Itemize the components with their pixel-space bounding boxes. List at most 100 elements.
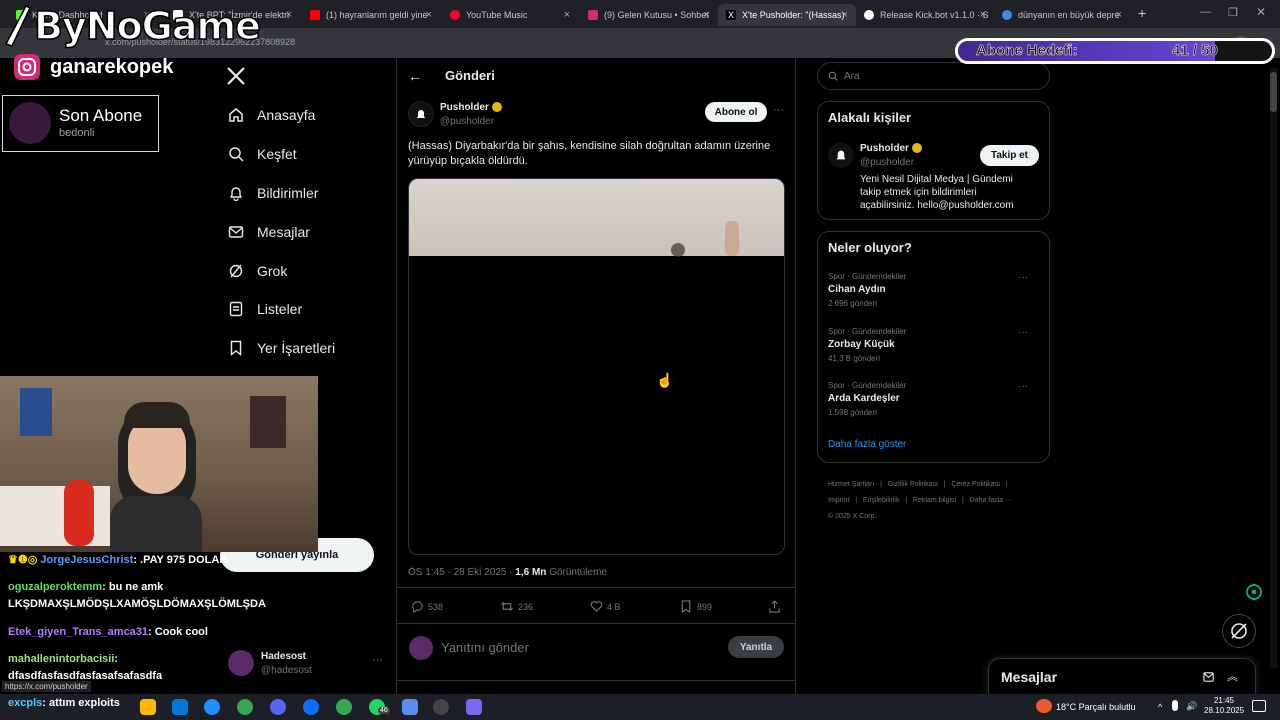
shirt bbox=[110, 496, 202, 552]
close-icon[interactable]: × bbox=[426, 9, 432, 21]
tab-favicon-icon bbox=[588, 10, 598, 20]
minimize-button[interactable]: — bbox=[1200, 6, 1211, 18]
x-logo-icon: X bbox=[726, 10, 736, 20]
nav-item-notifications[interactable]: Bildirimler bbox=[228, 185, 318, 201]
whatsapp-icon[interactable]: 46 bbox=[369, 699, 390, 715]
more-icon[interactable]: ··· bbox=[372, 654, 383, 666]
back-arrow-icon[interactable]: ← bbox=[408, 68, 422, 84]
show-more-link[interactable]: Daha fazla göster bbox=[828, 439, 906, 450]
stream-logo: ByNoGame bbox=[0, 2, 262, 50]
microphone-icon[interactable] bbox=[1172, 700, 1178, 711]
browser-tab[interactable]: Release Kick.bot v1.1.0 · S × bbox=[856, 4, 994, 26]
google-icon bbox=[1002, 10, 1012, 20]
nav-item-lists[interactable]: Listeler bbox=[228, 301, 302, 317]
author-handle: @pusholder bbox=[440, 116, 495, 127]
related-handle: @pusholder bbox=[860, 157, 915, 168]
extension-icon[interactable] bbox=[1244, 582, 1264, 602]
more-icon[interactable]: ··· bbox=[773, 104, 784, 116]
chat-message: mahallenintorbacisii: bbox=[8, 653, 119, 665]
author-avatar[interactable] bbox=[408, 101, 434, 127]
bell-icon bbox=[228, 185, 244, 201]
trend-item[interactable]: Spor · Gündemdekiler Arda Kardeşler 1.59… bbox=[828, 381, 1040, 417]
close-icon[interactable]: × bbox=[564, 9, 570, 21]
related-name[interactable]: Pusholder bbox=[860, 143, 922, 154]
nav-item-messages[interactable]: Mesajlar bbox=[228, 224, 310, 240]
messages-drawer[interactable]: Mesajlar ︽ bbox=[988, 658, 1256, 698]
chrome-icon[interactable] bbox=[336, 699, 352, 715]
avatar bbox=[409, 636, 433, 660]
nav-item-grok[interactable]: Grok bbox=[228, 263, 287, 279]
nav-item-bookmarks[interactable]: Yer İşaretleri bbox=[228, 340, 335, 356]
page-title: Gönderi bbox=[445, 68, 495, 83]
tab-favicon-icon bbox=[450, 10, 460, 20]
reply-input[interactable]: Yanıtını gönder bbox=[441, 640, 529, 655]
app-icon[interactable] bbox=[402, 699, 418, 715]
close-icon[interactable]: × bbox=[704, 9, 710, 21]
notifications-icon[interactable] bbox=[1252, 700, 1266, 712]
obs-icon[interactable] bbox=[433, 699, 449, 715]
home-icon bbox=[228, 107, 244, 123]
webcam-feed bbox=[0, 376, 318, 552]
hair bbox=[124, 402, 190, 428]
last-subscriber-widget: Son Abone bedonli bbox=[2, 95, 159, 152]
author-name[interactable]: Pusholder bbox=[440, 102, 502, 113]
clock[interactable]: 21:45 28.10.2025 bbox=[1204, 696, 1244, 716]
close-icon[interactable]: × bbox=[842, 9, 848, 21]
close-icon[interactable]: × bbox=[1116, 9, 1122, 21]
app-icon[interactable] bbox=[466, 699, 482, 715]
trend-item[interactable]: Spor · Gündemdekiler Zorbay Küçük 41,3 B… bbox=[828, 327, 1040, 363]
trend-item[interactable]: Spor · Gündemdekiler Cihan Aydın 2.696 g… bbox=[828, 272, 1040, 308]
browser-tab[interactable]: YouTube Music × bbox=[442, 4, 578, 26]
search-icon bbox=[828, 71, 838, 81]
window-close-button[interactable]: ✕ bbox=[1256, 5, 1266, 19]
repost-action[interactable]: 236 bbox=[500, 600, 533, 613]
related-avatar[interactable] bbox=[828, 142, 854, 168]
browser-tab[interactable]: dünyanın en büyük depre × bbox=[994, 4, 1130, 26]
x-logo-icon[interactable] bbox=[226, 66, 246, 86]
grok-float-button[interactable] bbox=[1222, 614, 1256, 648]
reply-action[interactable]: 538 bbox=[411, 600, 443, 613]
chat-message: Etek_giyen_Trans_amca31: Cook cool bbox=[8, 626, 208, 638]
volume-icon[interactable]: 🔊 bbox=[1186, 701, 1197, 712]
follow-button[interactable]: Takip et bbox=[980, 145, 1039, 166]
maximize-button[interactable]: ❐ bbox=[1228, 6, 1238, 19]
weather-icon[interactable] bbox=[1036, 699, 1052, 713]
bookmark-action[interactable]: 899 bbox=[680, 600, 712, 613]
reply-button[interactable]: Yanıtla bbox=[728, 636, 784, 658]
chat-message: oguzalperoktemm: bu ne amk bbox=[8, 581, 164, 593]
nav-item-home[interactable]: Anasayfa bbox=[228, 107, 315, 123]
more-icon[interactable]: ··· bbox=[1018, 381, 1028, 392]
share-icon[interactable] bbox=[768, 600, 781, 613]
repost-icon bbox=[500, 600, 514, 613]
new-message-icon[interactable] bbox=[1203, 670, 1216, 683]
post-meta: ÖS 1:45 · 28 Eki 2025 · 1,6 Mn Görüntüle… bbox=[408, 567, 607, 578]
chat-message: excpls: attım exploits bbox=[8, 697, 120, 709]
video-frame bbox=[409, 179, 784, 257]
tab-favicon-icon bbox=[310, 10, 320, 20]
search-input[interactable]: Ara bbox=[817, 62, 1050, 90]
browser-tab[interactable]: (9) Gelen Kutusu • Sohbet × bbox=[580, 4, 718, 26]
more-icon[interactable]: ··· bbox=[1018, 327, 1028, 338]
red-bottle bbox=[64, 480, 94, 546]
browser-tab[interactable]: (1) hayranlarım geldi yine × bbox=[302, 4, 440, 26]
scrollbar[interactable] bbox=[1270, 68, 1277, 668]
weather-text[interactable]: 18°C Parçalı bulutlu bbox=[1056, 702, 1136, 712]
instagram-icon bbox=[12, 52, 42, 82]
close-icon[interactable]: × bbox=[980, 9, 986, 21]
tray-chevron-icon[interactable]: ^ bbox=[1158, 702, 1162, 712]
follow-button[interactable]: Abone ol bbox=[705, 102, 767, 122]
mail-icon bbox=[228, 224, 244, 240]
related-title: Alakalı kişiler bbox=[828, 110, 912, 125]
status-url: https://x.com/pusholder bbox=[2, 681, 91, 692]
like-action[interactable]: 4 B bbox=[590, 600, 621, 613]
divider bbox=[397, 680, 795, 681]
instagram-handle: ganarekopek bbox=[12, 52, 173, 82]
close-icon[interactable]: × bbox=[286, 9, 292, 21]
more-icon[interactable]: ··· bbox=[1018, 272, 1028, 283]
post-video[interactable] bbox=[408, 178, 785, 555]
nav-item-explore[interactable]: Keşfet bbox=[228, 146, 297, 162]
browser-tab-active[interactable]: X X'te Pusholder: "(Hassas) × bbox=[718, 4, 856, 26]
chevron-up-icon[interactable]: ︽ bbox=[1227, 668, 1238, 684]
poster bbox=[250, 396, 286, 448]
new-tab-button[interactable]: + bbox=[1138, 5, 1146, 21]
